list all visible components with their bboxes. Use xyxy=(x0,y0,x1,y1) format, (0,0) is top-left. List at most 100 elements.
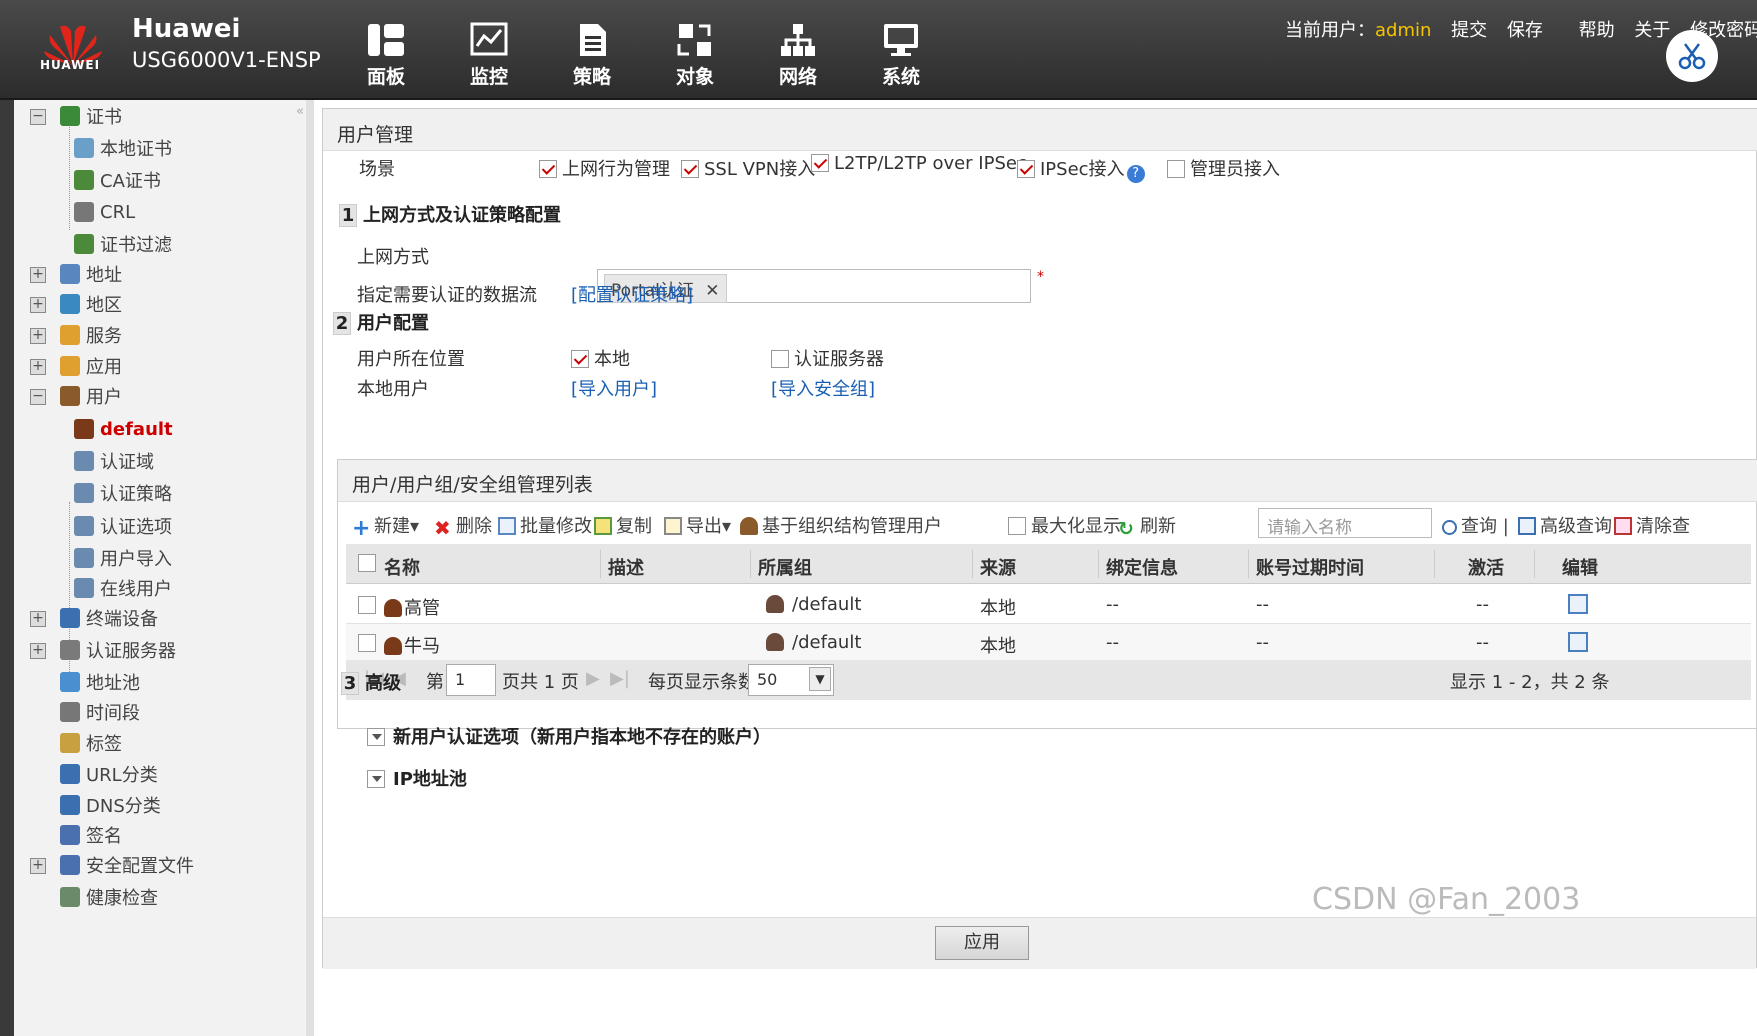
expand-icon[interactable]: + xyxy=(30,643,46,659)
col-group[interactable]: 所属组 xyxy=(758,554,812,580)
expand-icon[interactable]: + xyxy=(30,328,46,344)
scissor-button[interactable] xyxy=(1666,30,1718,82)
col-binding[interactable]: 绑定信息 xyxy=(1106,554,1178,580)
col-source[interactable]: 来源 xyxy=(980,554,1016,580)
col-expire[interactable]: 账号过期时间 xyxy=(1256,554,1364,580)
sidebar-item-14[interactable]: 用户导入 xyxy=(74,544,172,572)
org-manage-button[interactable]: 基于组织结构管理用户 xyxy=(740,512,942,538)
sidebar-item-0[interactable]: 证书 xyxy=(60,102,122,130)
sidebar-item-12[interactable]: 认证策略 xyxy=(74,479,172,507)
checkbox[interactable] xyxy=(539,160,557,178)
scene-l2tp[interactable]: L2TP/L2TP over IPSec xyxy=(811,153,1027,174)
copy-button[interactable]: 复制 xyxy=(594,512,652,538)
sidebar-item-23[interactable]: 签名 xyxy=(60,821,122,849)
ip-pool-toggle[interactable]: IP地址池 xyxy=(367,765,467,791)
scene-web-behavior[interactable]: 上网行为管理 xyxy=(539,155,670,181)
sidebar-item-8[interactable]: 应用 xyxy=(60,352,122,380)
new-user-auth-option-toggle[interactable]: 新用户认证选项（新用户指本地不存在的账户） xyxy=(367,723,771,749)
location-server-option[interactable]: 认证服务器 xyxy=(771,345,884,371)
scene-ssl-vpn[interactable]: SSL VPN接入 xyxy=(681,155,815,181)
select-all-checkbox[interactable] xyxy=(358,554,376,572)
sidebar-item-13[interactable]: 认证选项 xyxy=(74,512,172,540)
edit-icon[interactable] xyxy=(1568,632,1588,657)
sidebar-item-16[interactable]: 终端设备 xyxy=(60,604,158,632)
table-row[interactable]: 牛马 /default 本地 -- -- -- xyxy=(346,624,1751,662)
expand-arrow-icon[interactable] xyxy=(367,770,385,788)
sidebar-item-15[interactable]: 在线用户 xyxy=(74,574,172,602)
sidebar-item-10[interactable]: default xyxy=(74,415,173,443)
expand-arrow-icon[interactable] xyxy=(367,728,385,746)
sidebar-item-24[interactable]: 安全配置文件 xyxy=(60,851,194,879)
sidebar-item-25[interactable]: 健康检查 xyxy=(60,883,158,911)
import-users-link[interactable]: [导入用户] xyxy=(571,375,657,401)
query-button[interactable]: 查询 | xyxy=(1442,512,1509,538)
sidebar-item-22[interactable]: DNS分类 xyxy=(60,791,161,819)
col-name[interactable]: 名称 xyxy=(384,554,420,580)
sidebar-item-21[interactable]: URL分类 xyxy=(60,760,158,788)
sidebar-item-6[interactable]: 地区 xyxy=(60,290,122,318)
expand-icon[interactable]: + xyxy=(30,297,46,313)
sidebar-item-2[interactable]: CA证书 xyxy=(74,166,161,194)
expand-icon[interactable]: + xyxy=(30,858,46,874)
checkbox[interactable] xyxy=(1008,517,1026,535)
expand-icon[interactable]: + xyxy=(30,267,46,283)
checkbox[interactable] xyxy=(1017,160,1035,178)
help-icon[interactable]: ? xyxy=(1126,165,1145,183)
page-number-input[interactable]: 1 xyxy=(446,664,496,696)
nav-network[interactable]: 网络 xyxy=(758,22,838,89)
row-checkbox[interactable] xyxy=(358,634,376,652)
scene-ipsec[interactable]: IPSec接入? xyxy=(1017,155,1145,183)
user-name-link[interactable]: 高管 xyxy=(384,594,440,620)
collapse-icon[interactable]: − xyxy=(30,389,46,405)
sidebar-item-9[interactable]: 用户 xyxy=(60,382,122,410)
sidebar-item-19[interactable]: 时间段 xyxy=(60,698,140,726)
about-link[interactable]: 关于 xyxy=(1634,20,1670,41)
per-page-select[interactable]: 50 ▼ xyxy=(748,664,834,696)
apply-button[interactable]: 应用 xyxy=(935,926,1029,960)
row-checkbox[interactable] xyxy=(358,596,376,614)
nav-dashboard[interactable]: 面板 xyxy=(346,22,426,89)
col-active[interactable]: 激活 xyxy=(1468,554,1504,580)
batch-edit-button[interactable]: 批量修改 xyxy=(498,512,592,538)
maximize-toggle[interactable]: 最大化显示 xyxy=(1008,512,1121,538)
sidebar-item-18[interactable]: 地址池 xyxy=(60,668,140,696)
checkbox[interactable] xyxy=(681,160,699,178)
help-link[interactable]: 帮助 xyxy=(1579,20,1615,41)
sidebar-item-20[interactable]: 标签 xyxy=(60,729,122,757)
sidebar-item-4[interactable]: 证书过滤 xyxy=(74,230,172,258)
checkbox[interactable] xyxy=(1167,160,1185,178)
scene-admin-access[interactable]: 管理员接入 xyxy=(1167,155,1280,181)
remove-tag-icon[interactable]: ✕ xyxy=(705,281,719,301)
sidebar-item-5[interactable]: 地址 xyxy=(60,260,122,288)
delete-button[interactable]: ✖ 删除 xyxy=(434,512,492,538)
advanced-query-button[interactable]: 高级查询 xyxy=(1518,512,1612,538)
sidebar-item-11[interactable]: 认证域 xyxy=(74,447,154,475)
checkbox[interactable] xyxy=(571,350,589,368)
checkbox[interactable] xyxy=(811,154,829,172)
expand-icon[interactable]: + xyxy=(30,611,46,627)
expand-icon[interactable]: + xyxy=(30,359,46,375)
search-input[interactable]: 请输入名称 xyxy=(1258,508,1432,538)
save-link[interactable]: 保存 xyxy=(1507,20,1543,41)
last-page-icon[interactable]: ▶| xyxy=(610,668,630,689)
table-row[interactable]: 高管 /default 本地 -- -- -- xyxy=(346,586,1751,624)
export-button[interactable]: 导出▾ xyxy=(664,512,731,538)
config-auth-policy-link[interactable]: [配置认证策略] xyxy=(571,281,693,307)
location-local-option[interactable]: 本地 xyxy=(571,345,630,371)
new-button[interactable]: + 新建▾ xyxy=(352,512,419,540)
import-groups-link[interactable]: [导入安全组] xyxy=(771,375,875,401)
sidebar-item-7[interactable]: 服务 xyxy=(60,321,122,349)
collapse-icon[interactable]: − xyxy=(30,109,46,125)
collapse-sidebar-button[interactable]: « xyxy=(296,104,304,119)
nav-object[interactable]: 对象 xyxy=(655,22,735,89)
sidebar-item-17[interactable]: 认证服务器 xyxy=(60,636,176,664)
sidebar-item-3[interactable]: CRL xyxy=(74,198,135,226)
col-edit[interactable]: 编辑 xyxy=(1562,554,1598,580)
nav-system[interactable]: 系统 xyxy=(861,22,941,89)
edit-icon[interactable] xyxy=(1568,594,1588,619)
refresh-button[interactable]: ↻ 刷新 xyxy=(1118,512,1176,539)
next-page-icon[interactable]: ▶ xyxy=(586,668,600,689)
user-name-link[interactable]: 牛马 xyxy=(384,632,440,658)
checkbox[interactable] xyxy=(771,350,789,368)
submit-link[interactable]: 提交 xyxy=(1451,20,1487,41)
